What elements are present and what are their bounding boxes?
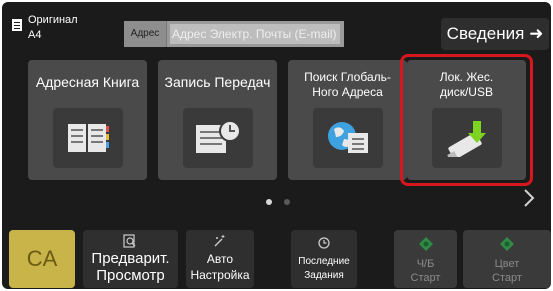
- original-label: Оригинал: [28, 14, 78, 26]
- global-address-search-icon: [312, 108, 383, 168]
- auto-label-line1: Авто: [206, 252, 234, 266]
- email-address-input[interactable]: [170, 24, 340, 44]
- preview-button[interactable]: Предварит. Просмотр: [83, 230, 178, 288]
- original-size: A4: [28, 29, 42, 41]
- preview-label-line2: Просмотр: [96, 267, 165, 284]
- page-dot: [284, 199, 290, 205]
- details-button[interactable]: Сведения ➜: [441, 18, 549, 50]
- color-start-button[interactable]: Цвет Старт: [463, 230, 551, 288]
- tile-label: Запись Передач: [164, 74, 271, 90]
- tile-label: Поиск Глобаль- Ного Адреса: [304, 70, 391, 99]
- recent-jobs-label-line2: Задания: [304, 270, 344, 281]
- recent-jobs-label-line1: Последние: [298, 256, 350, 267]
- preview-label-line1: Предварит.: [91, 250, 170, 267]
- original-indicator[interactable]: Оригинал A4: [12, 11, 112, 51]
- clear-all-button[interactable]: CA: [9, 230, 75, 288]
- chevron-right-icon[interactable]: [522, 188, 536, 208]
- auto-label-line2: Настройка: [190, 268, 250, 282]
- start-diamond-icon: [419, 237, 433, 251]
- transmission-log-icon: [182, 108, 253, 168]
- color-start-label-line1: Цвет: [494, 258, 520, 270]
- selection-highlight: [400, 54, 533, 186]
- bw-start-button[interactable]: Ч/Б Старт: [394, 230, 457, 288]
- transmission-log-tile[interactable]: Запись Передач: [158, 60, 277, 180]
- magic-wand-icon: [214, 235, 225, 247]
- color-start-label-line2: Старт: [492, 272, 522, 284]
- preview-icon: [123, 234, 136, 248]
- start-diamond-icon: [500, 237, 514, 251]
- details-label: Сведения: [446, 24, 525, 43]
- scan-to-email-screen: Оригинал A4 Адрес Сведения ➜ Адресная Кн…: [2, 2, 551, 289]
- recent-jobs-button[interactable]: Последние Задания: [291, 230, 357, 288]
- page-indicator: [260, 192, 296, 210]
- bw-start-label-line2: Старт: [410, 272, 441, 284]
- bw-start-label-line1: Ч/Б: [416, 258, 435, 270]
- address-label-button[interactable]: Адрес: [124, 21, 167, 47]
- page-dot-active: [266, 199, 272, 205]
- address-book-tile[interactable]: Адресная Книга: [28, 60, 147, 180]
- global-address-search-tile[interactable]: Поиск Глобаль- Ного Адреса: [288, 60, 407, 180]
- auto-settings-button[interactable]: Авто Настройка: [186, 230, 254, 288]
- address-field-group: Адрес: [124, 21, 344, 47]
- address-book-icon: [52, 108, 123, 168]
- history-icon: [318, 237, 330, 249]
- clear-all-label: CA: [26, 246, 58, 271]
- document-icon: [12, 19, 22, 31]
- tile-label: Адресная Книга: [35, 74, 140, 90]
- arrow-right-icon: ➜: [529, 24, 544, 43]
